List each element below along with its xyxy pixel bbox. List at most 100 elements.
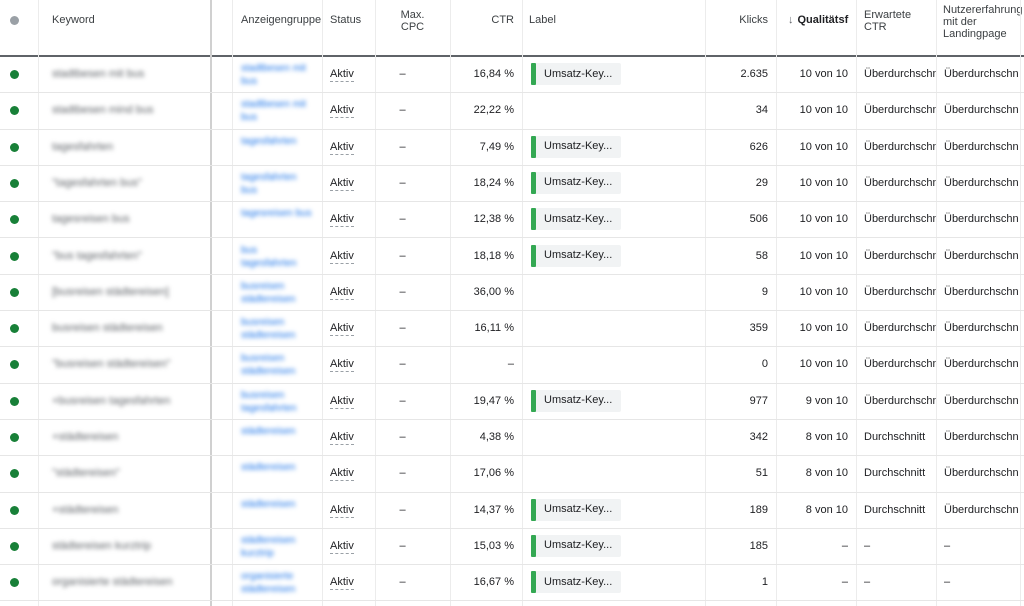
label-cell[interactable] [522,92,705,128]
adgroup-cell[interactable]: busreisen städtereisen [233,346,321,382]
status-cell[interactable]: Aktiv [323,455,375,491]
status-cell[interactable]: Aktiv [323,346,375,382]
table-row[interactable]: "tagesfahrten bus" tagesfahrten bus Aktiv –… [0,165,1024,203]
label-cell[interactable]: Umsatz-Key... [522,383,705,419]
status-cell[interactable]: Aktiv [323,383,375,419]
label-cell[interactable]: Umsatz-Key... [522,492,705,528]
status-text[interactable]: Aktiv [330,68,354,82]
table-row[interactable]: +städtereisen städtereisen Aktiv – 4,38 % 342… [0,419,1024,457]
adgroup-cell[interactable]: stadtbesen mit bus [233,56,321,92]
status-cell[interactable]: Aktiv [323,419,375,455]
status-cell[interactable]: Aktiv [323,310,375,346]
table-row[interactable]: tagesreisen bus tagesreisen bus Aktiv – 12,3… [0,201,1024,239]
adgroup-cell[interactable]: busreisen tagesfahrten [233,383,321,419]
status-text[interactable]: Aktiv [330,249,354,264]
header-status[interactable]: Status [323,0,375,55]
label-chip[interactable]: Umsatz-Key... [531,389,621,412]
status-text[interactable]: Aktiv [330,322,354,337]
adgroup-cell[interactable]: busreisen städtereisen [233,310,321,346]
status-text[interactable]: Aktiv [330,394,354,409]
label-chip[interactable]: Umsatz-Key... [531,63,621,85]
adgroup-link[interactable]: tagesfahrten [241,136,297,147]
label-chip[interactable]: Umsatz-Key... [531,171,621,194]
header-adgroup[interactable]: Anzeigengruppe [233,0,321,55]
label-chip[interactable]: Umsatz-Key... [531,208,621,231]
label-cell[interactable] [522,455,705,491]
label-cell[interactable] [522,419,705,455]
status-cell[interactable]: Aktiv [323,129,375,165]
status-text[interactable]: Aktiv [330,213,354,228]
adgroup-cell[interactable]: städtereisen kurztrip [233,528,321,564]
label-chip[interactable]: Umsatz-Key... [531,498,621,521]
adgroup-link[interactable]: organisierte städtereisen [241,571,295,595]
table-row[interactable]: tagesfahrten tagesfahrten Aktiv – 7,49 % Umsa… [0,129,1024,166]
label-cell[interactable] [522,274,705,310]
header-max-cpc[interactable]: Max. CPC [375,0,450,55]
adgroup-cell[interactable]: stadtbesen mit bus [233,92,321,128]
adgroup-link[interactable]: städtereisen [241,499,295,510]
status-text[interactable]: Aktiv [330,176,354,191]
status-text[interactable]: Aktiv [330,285,354,300]
status-cell[interactable]: Aktiv [323,274,375,310]
header-quality-score[interactable]: ↓ Qualitätsf [776,0,856,55]
status-text[interactable]: Aktiv [330,358,354,373]
table-row[interactable]: busreisen städtereisen busreisen städtere… [0,310,1024,348]
adgroup-cell[interactable]: bus tagesfahrten [233,238,321,274]
header-landing-page-experience[interactable]: Nutzererfahrung mit der Landingpage [936,0,1024,55]
table-row[interactable]: +busreisen tagesfahrten busreisen tagesfa… [0,383,1024,420]
label-chip[interactable]: Umsatz-Key... [531,534,621,557]
status-cell[interactable]: Aktiv [323,92,375,128]
adgroup-link[interactable]: tagesfahrten bus [241,172,297,196]
status-cell[interactable]: Aktiv [323,564,375,600]
adgroup-cell[interactable]: städtereisen [233,455,321,491]
status-text[interactable]: Aktiv [330,503,354,518]
label-cell[interactable] [522,310,705,346]
table-row[interactable]: "städtereisen" städtereisen Aktiv – 17,06 % 5… [0,455,1024,493]
table-row[interactable]: "busreisen städtereisen" busreisen städte… [0,346,1024,384]
table-row[interactable]: städtereisen kurztrip städtereisen kurztr… [0,528,1024,566]
adgroup-link[interactable]: städtereisen [241,462,295,473]
status-text[interactable]: Aktiv [330,431,354,445]
status-text[interactable]: Aktiv [330,576,354,591]
label-cell[interactable]: Umsatz-Key... [522,238,705,274]
label-cell[interactable]: Umsatz-Key... [522,165,705,201]
header-clicks[interactable]: Klicks [705,0,776,55]
table-row[interactable]: organisierte städtereisen organisierte st… [0,564,1024,602]
table-row[interactable]: [busreisen städtereisen] busreisen städte… [0,274,1024,312]
adgroup-link[interactable]: busreisen städtereisen [241,281,295,305]
adgroup-link[interactable]: stadtbesen mit bus [241,99,306,123]
adgroup-cell[interactable]: tagesreisen bus [233,201,321,237]
adgroup-cell[interactable]: organisierte städtereisen [233,564,321,600]
adgroup-link[interactable]: busreisen tagesfahrten [241,390,297,414]
adgroup-cell[interactable]: städtereisen [233,492,321,528]
header-keyword[interactable]: Keyword [38,0,208,55]
label-chip[interactable]: Umsatz-Key... [531,571,621,594]
label-cell[interactable]: Umsatz-Key... [522,129,705,165]
status-cell[interactable]: Aktiv [323,56,375,92]
adgroup-link[interactable]: tagesreisen bus [241,208,312,219]
status-cell[interactable]: Aktiv [323,492,375,528]
label-cell[interactable]: Umsatz-Key... [522,201,705,237]
adgroup-link[interactable]: busreisen städtereisen [241,317,295,341]
status-text[interactable]: Aktiv [330,140,354,155]
adgroup-link[interactable]: städtereisen [241,426,295,437]
adgroup-cell[interactable]: städtereisen [233,419,321,455]
label-cell[interactable] [522,346,705,382]
header-expected-ctr[interactable]: Erwartete CTR [856,0,936,55]
table-row[interactable]: "bus tagesfahrten" bus tagesfahrten Aktiv –… [0,238,1024,275]
label-chip[interactable]: Umsatz-Key... [531,244,621,267]
adgroup-cell[interactable]: tagesfahrten bus [233,165,321,201]
status-text[interactable]: Aktiv [330,539,354,554]
header-ctr[interactable]: CTR [450,0,522,55]
status-text[interactable]: Aktiv [330,104,354,119]
adgroup-link[interactable]: stadtbesen mit bus [241,63,306,87]
status-cell[interactable]: Aktiv [323,528,375,564]
header-label[interactable]: Label [522,0,705,55]
status-text[interactable]: Aktiv [330,467,354,482]
label-cell[interactable]: Umsatz-Key... [522,528,705,564]
status-cell[interactable]: Aktiv [323,238,375,274]
status-cell[interactable]: Aktiv [323,201,375,237]
adgroup-link[interactable]: bus tagesfahrten [241,245,297,269]
table-row[interactable]: stadtbesen mind bus stadtbesen mit bus Akt… [0,92,1024,130]
adgroup-link[interactable]: städtereisen kurztrip [241,535,295,559]
